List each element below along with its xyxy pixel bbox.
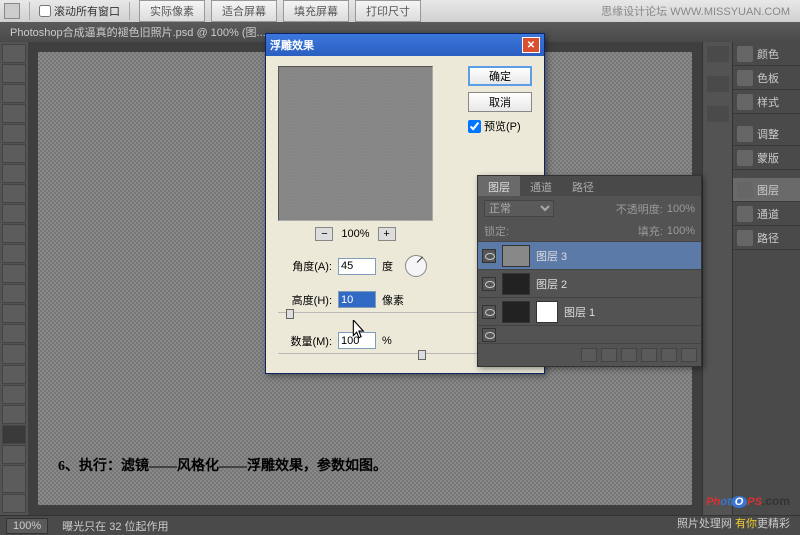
watermark-logo: PhotOPS.com [706, 485, 790, 511]
layer-thumbnail[interactable] [502, 301, 530, 323]
fill-screen-button[interactable]: 填充屏幕 [283, 0, 349, 22]
shape-tool[interactable] [2, 385, 26, 404]
panel-icon[interactable] [707, 76, 729, 92]
dodge-tool[interactable] [2, 304, 26, 323]
zoom-out-icon[interactable]: − [315, 227, 333, 241]
panel-layers[interactable]: 图层 [733, 178, 800, 202]
angle-unit: 度 [382, 258, 393, 274]
eraser-tool[interactable] [2, 244, 26, 263]
close-icon[interactable]: ✕ [522, 37, 540, 53]
eyedropper-tool[interactable] [2, 144, 26, 163]
dialog-title: 浮雕效果 [270, 37, 314, 53]
preview-thumbnail[interactable] [278, 66, 433, 221]
footer-text: 照片处理网 有你更精彩 [677, 515, 790, 531]
amount-label: 数量(M): [278, 333, 332, 349]
panel-mask[interactable]: 蒙版 [733, 146, 800, 170]
quickmask-tool[interactable] [2, 494, 26, 513]
lasso-tool[interactable] [2, 84, 26, 103]
ok-button[interactable]: 确定 [468, 66, 532, 86]
hand-icon[interactable] [4, 3, 20, 19]
panel-dock: 颜色 色板 样式 调整 蒙版 图层 通道 路径 [732, 42, 800, 515]
layer-thumbnail[interactable] [502, 273, 530, 295]
brand-text: 思缘设计论坛 WWW.MISSYUAN.COM [601, 3, 790, 19]
dialog-titlebar[interactable]: 浮雕效果 ✕ [266, 34, 544, 56]
path-tool[interactable] [2, 365, 26, 384]
pen-tool[interactable] [2, 324, 26, 343]
zoom-tool[interactable] [2, 445, 26, 464]
panel-channels[interactable]: 通道 [733, 202, 800, 226]
toolbox [0, 42, 28, 515]
tab-channels[interactable]: 通道 [520, 176, 562, 196]
collapsed-panels [702, 42, 732, 515]
amount-input[interactable] [338, 332, 376, 349]
panel-icon[interactable] [707, 46, 729, 62]
tutorial-caption: 6、执行：滤镜——风格化——浮雕效果，参数如图。 [58, 455, 387, 475]
hand-tool[interactable] [2, 425, 26, 444]
marquee-tool[interactable] [2, 64, 26, 83]
gradient-tool[interactable] [2, 264, 26, 283]
panel-swatch[interactable]: 色板 [733, 66, 800, 90]
layer-mask-thumbnail[interactable] [536, 301, 558, 323]
new-layer-icon[interactable] [661, 348, 677, 362]
angle-input[interactable] [338, 258, 376, 275]
angle-label: 角度(A): [278, 258, 332, 274]
visibility-icon[interactable] [482, 328, 496, 342]
zoom-value: 100% [341, 228, 369, 240]
fill-value[interactable]: 100% [667, 225, 695, 237]
mask-icon[interactable] [601, 348, 617, 362]
type-tool[interactable] [2, 344, 26, 363]
layer-row[interactable] [478, 325, 701, 343]
blend-mode-select[interactable]: 正常 [484, 200, 554, 217]
adjust-icon[interactable] [621, 348, 637, 362]
wand-tool[interactable] [2, 104, 26, 123]
heal-tool[interactable] [2, 164, 26, 183]
print-size-button[interactable]: 打印尺寸 [355, 0, 421, 22]
crop-tool[interactable] [2, 124, 26, 143]
height-unit: 像素 [382, 292, 404, 308]
history-brush-tool[interactable] [2, 224, 26, 243]
blur-tool[interactable] [2, 284, 26, 303]
zoom-in-icon[interactable]: + [378, 227, 396, 241]
color-swatch[interactable] [2, 465, 26, 493]
cancel-button[interactable]: 取消 [468, 92, 532, 112]
fx-icon[interactable] [581, 348, 597, 362]
visibility-icon[interactable] [482, 305, 496, 319]
layer-row[interactable]: 图层 1 [478, 297, 701, 325]
zoom-field[interactable]: 100% [6, 518, 48, 534]
layer-name: 图层 1 [564, 304, 595, 320]
tab-paths[interactable]: 路径 [562, 176, 604, 196]
3d-tool[interactable] [2, 405, 26, 424]
actual-pixels-button[interactable]: 实际像素 [139, 0, 205, 22]
panel-icon[interactable] [707, 106, 729, 122]
height-input[interactable] [338, 291, 376, 308]
status-text: 曝光只在 32 位起作用 [62, 518, 168, 534]
angle-dial[interactable] [405, 255, 427, 277]
layer-name: 图层 2 [536, 276, 567, 292]
fit-screen-button[interactable]: 适合屏幕 [211, 0, 277, 22]
panel-adjust[interactable]: 调整 [733, 122, 800, 146]
panel-paths[interactable]: 路径 [733, 226, 800, 250]
visibility-icon[interactable] [482, 249, 496, 263]
brush-tool[interactable] [2, 184, 26, 203]
layers-panel: 图层 通道 路径 正常 不透明度: 100% 锁定: 填充: 100% 图层 3 [477, 175, 702, 367]
opacity-value[interactable]: 100% [667, 203, 695, 215]
layer-row[interactable]: 图层 3 [478, 241, 701, 269]
move-tool[interactable] [2, 44, 26, 63]
visibility-icon[interactable] [482, 277, 496, 291]
trash-icon[interactable] [681, 348, 697, 362]
stamp-tool[interactable] [2, 204, 26, 223]
preview-checkbox[interactable]: 预览(P) [468, 118, 532, 134]
layer-thumbnail[interactable] [502, 245, 530, 267]
tab-layers[interactable]: 图层 [478, 176, 520, 196]
panel-color[interactable]: 颜色 [733, 42, 800, 66]
amount-unit: % [382, 335, 392, 347]
group-icon[interactable] [641, 348, 657, 362]
layer-name: 图层 3 [536, 248, 567, 264]
height-label: 高度(H): [278, 292, 332, 308]
panel-style[interactable]: 样式 [733, 90, 800, 114]
scroll-all-checkbox[interactable]: 滚动所有窗口 [39, 3, 120, 19]
layer-row[interactable]: 图层 2 [478, 269, 701, 297]
